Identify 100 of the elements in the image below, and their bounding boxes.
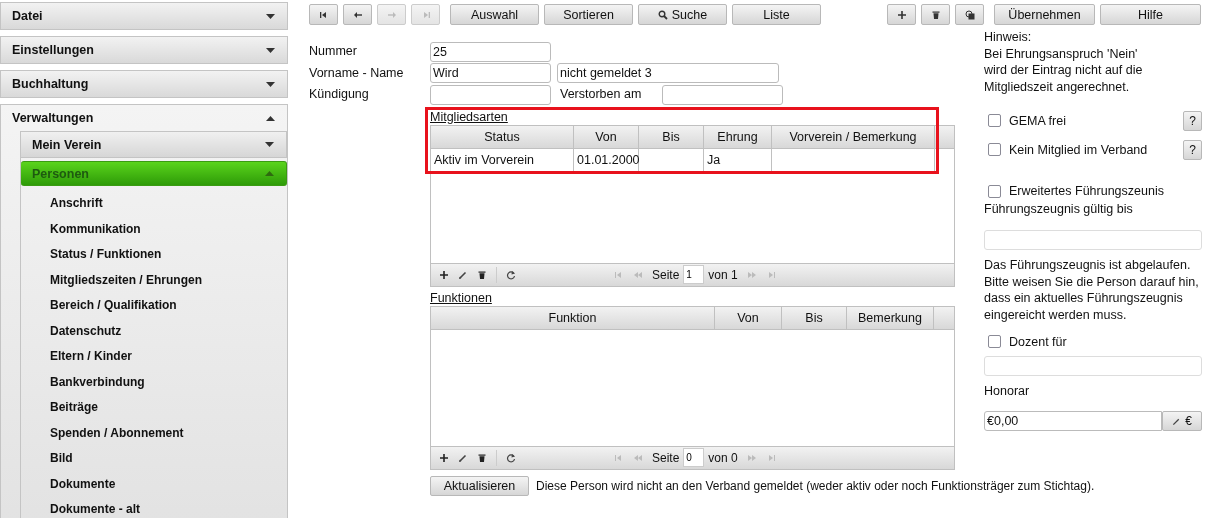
date-field[interactable] — [984, 230, 1202, 250]
trash-icon — [930, 9, 941, 20]
refresh-button[interactable]: Aktualisieren — [430, 475, 529, 496]
right-arrow-icon — [386, 10, 397, 19]
add-icon[interactable] — [439, 269, 449, 280]
checkbox[interactable] — [988, 114, 1001, 127]
copy-icon — [964, 9, 975, 20]
column-header[interactable]: Bemerkung — [847, 306, 934, 329]
table-cell: Aktiv im Vorverein — [431, 148, 574, 171]
menu-section[interactable]: Datei — [1, 3, 287, 29]
trash-icon[interactable] — [477, 269, 487, 280]
table-cell: Ja — [704, 148, 772, 171]
last-name-field[interactable]: nicht gemeldet 3 — [557, 63, 779, 84]
status-message: Diese Person wird nicht an den Verband gemeldet (weder aktiv oder noch Funktionsträger zum Stichtag). — [536, 478, 1095, 493]
menu-item[interactable]: Status / Funktionen — [21, 242, 287, 268]
field-label: Verstorben am — [560, 87, 643, 103]
hint-text: Hinweis: Bei Ehrungsanspruch 'Nein' wird der Eintrag nicht auf die Mitgliedszeit angerechnet. — [984, 29, 1144, 95]
refresh-icon[interactable] — [506, 452, 516, 463]
checkbox-label: Kein Mitglied im Verband — [1009, 142, 1149, 157]
menu-item[interactable]: Dokumente - alt — [21, 497, 287, 518]
checkbox[interactable] — [988, 143, 1001, 156]
toolbar-button[interactable]: Auswahl — [450, 4, 539, 25]
pencil-icon — [1172, 416, 1182, 426]
column-header[interactable]: Vorverein / Bemerkung — [772, 125, 935, 148]
column-header[interactable]: Bis — [639, 125, 704, 148]
toolbar-button[interactable]: Hilfe — [1100, 4, 1201, 25]
caret-icon — [265, 142, 274, 147]
menu-section[interactable]: Einstellungen — [1, 37, 287, 63]
column-header[interactable]: Bis — [782, 306, 847, 329]
caret-icon — [266, 115, 275, 121]
page-field[interactable]: 1 — [683, 265, 705, 284]
help-button[interactable]: ? — [1183, 139, 1202, 160]
page-label: Seite — [652, 450, 680, 465]
date-field[interactable] — [430, 84, 551, 105]
menu-item[interactable]: Datenschutz — [21, 318, 287, 344]
menu-item[interactable]: Bild — [21, 446, 287, 472]
date-field[interactable] — [662, 84, 783, 105]
page-count: von 0 — [708, 450, 738, 465]
plus-icon — [896, 9, 907, 20]
caret-icon — [266, 47, 275, 53]
menu-item[interactable]: Beiträge — [21, 395, 287, 421]
toolbar-button[interactable]: Suche — [638, 4, 727, 25]
table-cell: 01.01.2000 — [574, 148, 639, 171]
column-header[interactable]: Status — [431, 125, 574, 148]
section-link[interactable]: Mitgliedsarten — [430, 109, 954, 125]
currency-button[interactable]: € — [1162, 411, 1202, 431]
caret-icon — [266, 81, 275, 87]
field-label: Honorar — [984, 384, 1031, 400]
column-header[interactable]: Ehrung — [704, 125, 772, 148]
menu-item[interactable]: Bankverbindung — [21, 369, 287, 395]
number-field[interactable]: 25 — [430, 41, 551, 62]
first-button[interactable] — [309, 4, 338, 25]
page-field[interactable]: 0 — [683, 448, 705, 467]
column-header[interactable]: Funktion — [431, 306, 715, 329]
left-arrow-icon — [352, 10, 363, 19]
section-link[interactable]: Funktionen — [430, 290, 954, 306]
field-label: Führungszeugnis gültig bis — [984, 202, 1134, 218]
toolbar-button[interactable]: Sortieren — [544, 4, 633, 25]
pencil-icon[interactable] — [458, 452, 468, 463]
pencil-icon[interactable] — [458, 269, 468, 280]
menu-item[interactable]: Anschrift — [21, 191, 287, 217]
checkbox[interactable] — [988, 184, 1001, 198]
warning-text: Das Führungszeugnis ist abgelaufen. Bitte weisen Sie die Person darauf hin, dass ein aktuelles Führungszeugnis eingereicht werden muss. — [984, 257, 1200, 323]
checkbox[interactable] — [988, 335, 1001, 348]
add-button[interactable] — [887, 4, 916, 25]
checkbox-label: Dozent für — [1009, 334, 1068, 349]
column-header[interactable]: Von — [715, 306, 782, 329]
menu-item[interactable]: Mitgliedszeiten / Ehrungen — [21, 267, 287, 293]
page-count: von 1 — [708, 267, 738, 282]
search-icon — [657, 9, 668, 20]
delete-button[interactable] — [921, 4, 950, 25]
page-label: Seite — [652, 267, 680, 282]
trash-icon[interactable] — [477, 452, 487, 463]
caret-icon — [266, 13, 275, 19]
checkbox-label: Erweitertes Führungszeunis — [1009, 184, 1165, 198]
refresh-icon[interactable] — [506, 269, 516, 280]
menu-item[interactable]: Spenden / Abonnement — [21, 420, 287, 446]
menu-item[interactable]: Kommunikation — [21, 216, 287, 242]
field-label: Vorname - Name — [309, 65, 404, 80]
field-label: Nummer — [309, 44, 357, 58]
prev-button[interactable] — [343, 4, 372, 25]
copy-button[interactable] — [955, 4, 984, 25]
text-field[interactable] — [984, 356, 1202, 376]
menu-group[interactable]: Mein Verein — [21, 131, 287, 158]
toolbar-button[interactable]: Liste — [732, 4, 821, 25]
add-icon[interactable] — [439, 452, 449, 463]
column-header[interactable]: Von — [574, 125, 639, 148]
menu-item[interactable]: Bereich / Qualifikation — [21, 293, 287, 319]
checkbox-label: GEMA frei — [1009, 113, 1067, 128]
caret-icon — [265, 171, 274, 176]
menu-section[interactable]: Buchhaltung — [1, 71, 287, 97]
first-record-icon — [318, 10, 329, 19]
first-name-field[interactable]: Wird — [430, 63, 551, 84]
menu-section[interactable]: Verwaltungen — [1, 105, 287, 131]
help-button[interactable]: ? — [1183, 110, 1202, 131]
menu-item[interactable]: Eltern / Kinder — [21, 344, 287, 370]
menu-item[interactable]: Dokumente — [21, 471, 287, 497]
field-label: Kündigung — [309, 87, 369, 101]
toolbar-button[interactable]: Übernehmen — [994, 4, 1095, 25]
amount-field[interactable]: €0,00 — [984, 411, 1162, 431]
